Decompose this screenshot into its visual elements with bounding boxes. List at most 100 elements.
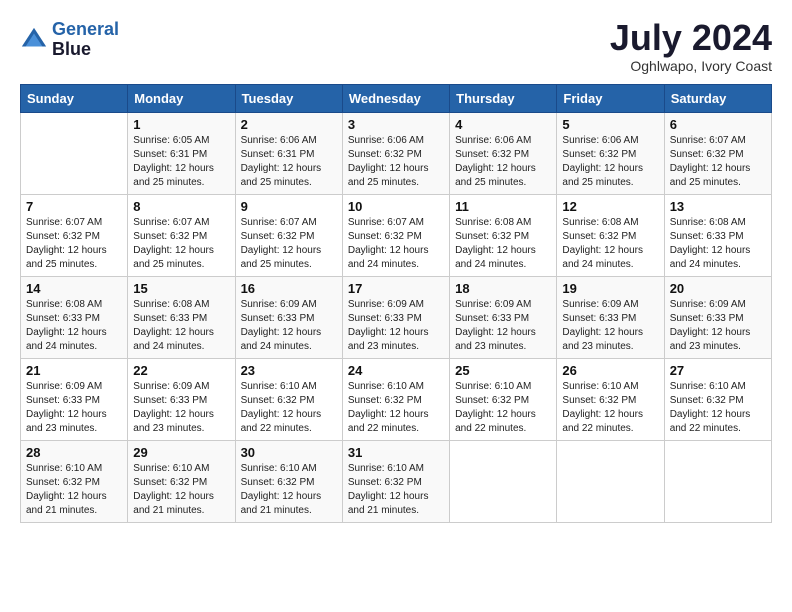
calendar-cell: 13Sunrise: 6:08 AMSunset: 6:33 PMDayligh… [664,195,771,277]
weekday-header-row: SundayMondayTuesdayWednesdayThursdayFrid… [21,85,772,113]
day-info: Sunrise: 6:07 AMSunset: 6:32 PMDaylight:… [670,134,766,190]
calendar-cell: 2Sunrise: 6:06 AMSunset: 6:31 PMDaylight… [235,113,342,195]
calendar-cell: 29 Sunrise: 6:10 AMSunset: 6:32 PMDayligh… [128,441,235,523]
calendar-cell [21,113,128,195]
calendar-cell: 30 Sunrise: 6:10 AMSunset: 6:32 PMDayligh… [235,441,342,523]
day-number: 16 [241,281,337,296]
calendar-cell: 5 Sunrise: 6:06 AMSunset: 6:32 PMDaylight… [557,113,664,195]
day-info: Sunrise: 6:08 AMSunset: 6:32 PMDaylight:… [455,216,551,272]
day-number: 6 [670,117,766,132]
day-number: 15 [133,281,229,296]
calendar-cell: 17 Sunrise: 6:09 AMSunset: 6:33 PMDayligh… [342,277,449,359]
calendar-cell [450,441,557,523]
calendar-cell: 21Sunrise: 6:09 AMSunset: 6:33 PMDayligh… [21,359,128,441]
calendar-cell: 19Sunrise: 6:09 AMSunset: 6:33 PMDayligh… [557,277,664,359]
day-info: Sunrise: 6:07 AMSunset: 6:32 PMDaylight:… [26,216,122,272]
day-number: 22 [133,363,229,378]
day-number: 11 [455,199,551,214]
calendar-cell: 8 Sunrise: 6:07 AMSunset: 6:32 PMDaylight… [128,195,235,277]
day-number: 9 [241,199,337,214]
day-number: 24 [348,363,444,378]
logo-line1: General [52,19,119,39]
day-number: 13 [670,199,766,214]
weekday-header-saturday: Saturday [664,85,771,113]
day-info: Sunrise: 6:07 AMSunset: 6:32 PMDaylight:… [348,216,444,272]
day-number: 3 [348,117,444,132]
day-number: 28 [26,445,122,460]
logo-line2: Blue [52,40,119,60]
weekday-header-friday: Friday [557,85,664,113]
calendar-week-5: 28 Sunrise: 6:10 AMSunset: 6:32 PMDayligh… [21,441,772,523]
month-title: July 2024 [610,20,772,56]
location: Oghlwapo, Ivory Coast [610,58,772,74]
calendar-week-3: 14 Sunrise: 6:08 AMSunset: 6:33 PMDayligh… [21,277,772,359]
calendar-cell: 23Sunrise: 6:10 AMSunset: 6:32 PMDayligh… [235,359,342,441]
day-info: Sunrise: 6:08 AMSunset: 6:32 PMDaylight:… [562,216,658,272]
day-number: 12 [562,199,658,214]
day-info: Sunrise: 6:06 AMSunset: 6:32 PMDaylight:… [562,134,658,190]
day-info: Sunrise: 6:10 AMSunset: 6:32 PMDaylight:… [348,380,444,436]
calendar-cell: 1 Sunrise: 6:05 AMSunset: 6:31 PMDaylight… [128,113,235,195]
day-info: Sunrise: 6:09 AMSunset: 6:33 PMDaylight:… [562,298,658,354]
calendar-cell: 9 Sunrise: 6:07 AMSunset: 6:32 PMDaylight… [235,195,342,277]
day-info: Sunrise: 6:10 AMSunset: 6:32 PMDaylight:… [241,462,337,518]
day-number: 14 [26,281,122,296]
weekday-header-monday: Monday [128,85,235,113]
weekday-header-wednesday: Wednesday [342,85,449,113]
logo-text: General Blue [52,20,119,60]
day-info: Sunrise: 6:10 AMSunset: 6:32 PMDaylight:… [455,380,551,436]
day-number: 20 [670,281,766,296]
calendar-cell: 15 Sunrise: 6:08 AMSunset: 6:33 PMDayligh… [128,277,235,359]
day-info: Sunrise: 6:09 AMSunset: 6:33 PMDaylight:… [348,298,444,354]
calendar-cell [664,441,771,523]
logo: General Blue [20,20,119,60]
calendar-cell: 12 Sunrise: 6:08 AMSunset: 6:32 PMDayligh… [557,195,664,277]
calendar-cell: 28 Sunrise: 6:10 AMSunset: 6:32 PMDayligh… [21,441,128,523]
day-number: 21 [26,363,122,378]
day-info: Sunrise: 6:08 AMSunset: 6:33 PMDaylight:… [133,298,229,354]
calendar-week-4: 21 Sunrise: 6:09 AMSunset: 6:33 PMDayligh… [21,359,772,441]
title-block: July 2024 Oghlwapo, Ivory Coast [610,20,772,74]
day-info: Sunrise: 6:10 AMSunset: 6:32 PMDaylight:… [670,380,766,436]
day-info: Sunrise: 6:10 AMSunset: 6:32 PMDaylight:… [562,380,658,436]
day-number: 30 [241,445,337,460]
day-number: 31 [348,445,444,460]
day-number: 17 [348,281,444,296]
day-info: Sunrise: 6:09 AMSunset: 6:33 PMDaylight:… [133,380,229,436]
day-number: 8 [133,199,229,214]
day-info: Sunrise: 6:06 AMSunset: 6:32 PMDaylight:… [348,134,444,190]
weekday-header-tuesday: Tuesday [235,85,342,113]
calendar-body: 1 Sunrise: 6:05 AMSunset: 6:31 PMDaylight… [21,113,772,523]
day-number: 4 [455,117,551,132]
calendar-cell: 24 Sunrise: 6:10 AMSunset: 6:32 PMDayligh… [342,359,449,441]
day-info: Sunrise: 6:10 AMSunset: 6:32 PMDaylight:… [26,462,122,518]
day-info: Sunrise: 6:06 AMSunset: 6:31 PMDaylight:… [241,134,337,190]
day-info: Sunrise: 6:09 AMSunset: 6:33 PMDaylight:… [241,298,337,354]
calendar-cell: 11 Sunrise: 6:08 AMSunset: 6:32 PMDayligh… [450,195,557,277]
day-info: Sunrise: 6:10 AMSunset: 6:32 PMDaylight:… [133,462,229,518]
calendar-cell: 20 Sunrise: 6:09 AMSunset: 6:33 PMDayligh… [664,277,771,359]
day-number: 1 [133,117,229,132]
day-info: Sunrise: 6:06 AMSunset: 6:32 PMDaylight:… [455,134,551,190]
day-info: Sunrise: 6:09 AMSunset: 6:33 PMDaylight:… [455,298,551,354]
page-header: General Blue July 2024 Oghlwapo, Ivory C… [20,20,772,74]
day-info: Sunrise: 6:09 AMSunset: 6:33 PMDaylight:… [670,298,766,354]
day-info: Sunrise: 6:10 AMSunset: 6:32 PMDaylight:… [348,462,444,518]
calendar-cell: 31 Sunrise: 6:10 AMSunset: 6:32 PMDayligh… [342,441,449,523]
day-number: 29 [133,445,229,460]
calendar-cell: 26Sunrise: 6:10 AMSunset: 6:32 PMDayligh… [557,359,664,441]
day-number: 5 [562,117,658,132]
calendar-cell [557,441,664,523]
day-info: Sunrise: 6:08 AMSunset: 6:33 PMDaylight:… [26,298,122,354]
calendar-cell: 18Sunrise: 6:09 AMSunset: 6:33 PMDayligh… [450,277,557,359]
day-number: 23 [241,363,337,378]
day-info: Sunrise: 6:07 AMSunset: 6:32 PMDaylight:… [133,216,229,272]
day-info: Sunrise: 6:05 AMSunset: 6:31 PMDaylight:… [133,134,229,190]
calendar-cell: 16 Sunrise: 6:09 AMSunset: 6:33 PMDayligh… [235,277,342,359]
weekday-header-thursday: Thursday [450,85,557,113]
calendar-cell: 27Sunrise: 6:10 AMSunset: 6:32 PMDayligh… [664,359,771,441]
calendar-week-1: 1 Sunrise: 6:05 AMSunset: 6:31 PMDaylight… [21,113,772,195]
calendar-cell: 4 Sunrise: 6:06 AMSunset: 6:32 PMDaylight… [450,113,557,195]
day-info: Sunrise: 6:07 AMSunset: 6:32 PMDaylight:… [241,216,337,272]
calendar-cell: 14 Sunrise: 6:08 AMSunset: 6:33 PMDayligh… [21,277,128,359]
